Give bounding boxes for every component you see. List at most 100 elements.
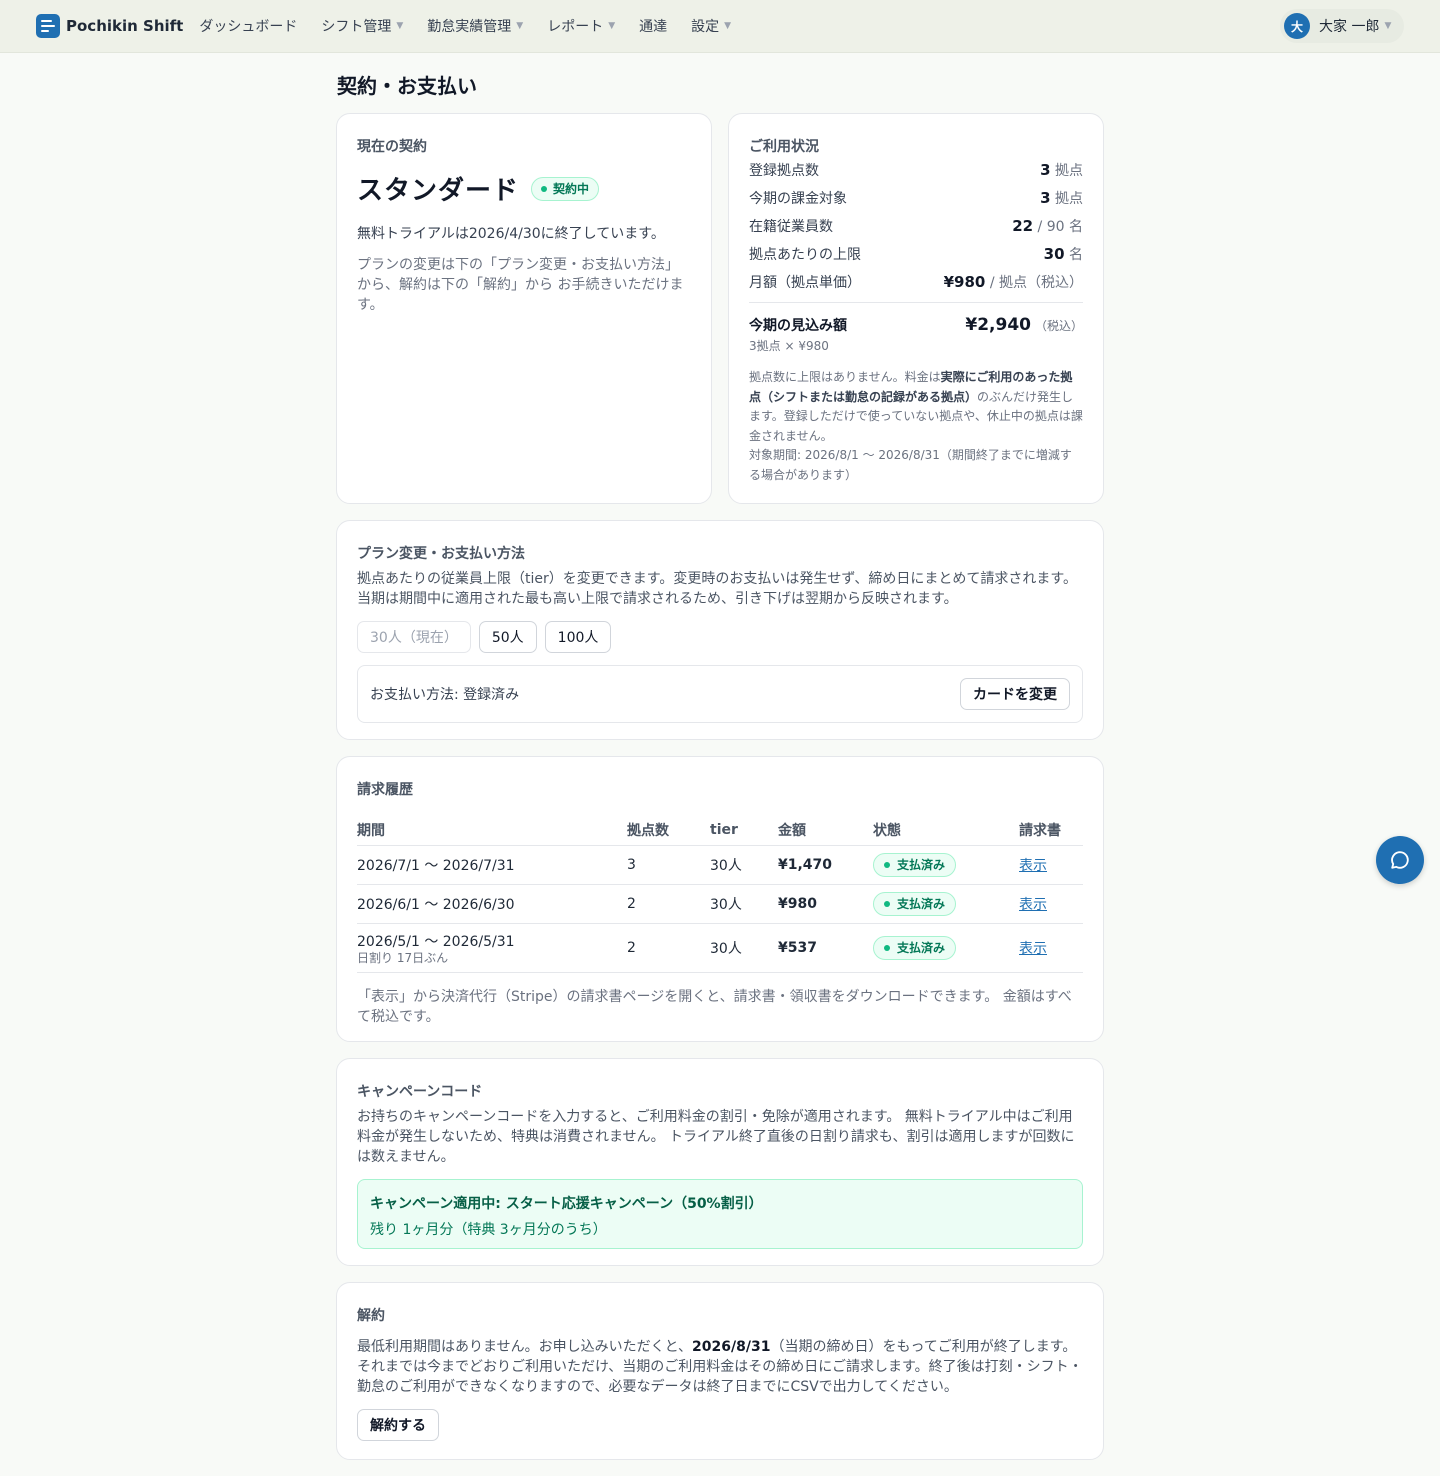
avatar: 大 — [1284, 13, 1310, 39]
stat-label: 拠点あたりの上限 — [749, 247, 861, 263]
status-badge: 支払済み — [873, 852, 957, 877]
billing-history-card: 請求履歴 期間 拠点数 tier 金額 状態 請求書 2026/7/1 〜 20… — [336, 756, 1104, 1042]
bill-tier: 30人 — [710, 884, 778, 924]
campaign-description: お持ちのキャンペーンコードを入力すると、ご利用料金の割引・免除が適用されます。 … — [357, 1109, 1075, 1165]
status-text: 支払済み — [897, 941, 946, 955]
status-text: 契約中 — [553, 182, 590, 196]
cancellation-description: 最低利用期間はありません。お申し込みいただくと、2026/8/31（当期の締め日… — [357, 1337, 1083, 1397]
divider — [749, 302, 1083, 303]
page-title: 契約・お支払い — [337, 74, 477, 98]
stat-unit: 拠点 — [1050, 191, 1083, 207]
usage-note-period: 対象期間: 2026/8/1 〜 2026/8/31（期間終了までに増減する場合… — [749, 448, 1072, 482]
bill-amount: ¥980 — [778, 884, 873, 924]
pochikin-logo-icon — [36, 14, 60, 38]
nav-reports[interactable]: レポート ▼ — [547, 16, 615, 36]
chevron-down-icon: ▼ — [1384, 21, 1392, 31]
card-label: 解約 — [357, 1308, 385, 1324]
column-header: 金額 — [778, 815, 873, 846]
user-menu[interactable]: 大 大家 一郎 ▼ — [1280, 9, 1404, 43]
usage-card: ご利用状況 登録拠点数 3 拠点 今期の課金対象 3 拠点 在籍従業員数 22 … — [728, 113, 1104, 504]
column-header: 状態 — [873, 815, 1019, 846]
view-invoice-link[interactable]: 表示 — [1019, 897, 1047, 913]
bill-invoice-cell: 表示 — [1019, 884, 1083, 924]
tier-50-button[interactable]: 50人 — [478, 621, 537, 653]
bill-invoice-cell: 表示 — [1019, 923, 1083, 973]
nav-attendance[interactable]: 勤怠実績管理 ▼ — [427, 16, 523, 36]
stat-row: 在籍従業員数 22 / 90 名 — [749, 212, 1083, 240]
column-header: 請求書 — [1019, 815, 1083, 846]
chat-button[interactable] — [1376, 836, 1424, 884]
stat-value: 3 — [1040, 161, 1051, 179]
column-header: 期間 — [357, 815, 627, 846]
table-row: 2026/7/1 〜 2026/7/31 3 30人 ¥1,470 支払済み 表… — [357, 845, 1083, 885]
bill-period: 2026/5/1 〜 2026/5/31 — [357, 933, 515, 950]
campaign-code-card: キャンペーンコード お持ちのキャンペーンコードを入力すると、ご利用料金の割引・免… — [336, 1058, 1104, 1266]
stat-row: 登録拠点数 3 拠点 — [749, 156, 1083, 184]
status-badge: 支払済み — [873, 935, 957, 960]
status-text: 支払済み — [897, 858, 946, 872]
view-invoice-link[interactable]: 表示 — [1019, 941, 1047, 957]
payment-method-box: お支払い方法: 登録済み カードを変更 — [357, 665, 1083, 723]
tier-30-button[interactable]: 30人（現在） — [357, 621, 471, 653]
brand[interactable]: Pochikin Shift — [36, 14, 183, 38]
stat-unit: / 90 名 — [1033, 219, 1083, 235]
trial-status: 無料トライアルは2026/4/30に終了しています。 — [357, 226, 665, 242]
bill-tier: 30人 — [710, 845, 778, 885]
chevron-down-icon: ▼ — [724, 21, 732, 31]
stat-unit: / 拠点（税込） — [985, 275, 1083, 291]
nav-label: シフト管理 — [321, 19, 392, 35]
status-dot-icon — [541, 185, 548, 192]
table-row: 2026/6/1 〜 2026/6/30 2 30人 ¥980 支払済み 表示 — [357, 884, 1083, 924]
status-dot-icon — [884, 900, 890, 907]
estimate-label: 今期の見込み額 — [749, 318, 847, 334]
card-label: キャンペーンコード — [357, 1084, 483, 1100]
current-contract-card: 現在の契約 スタンダード 契約中 無料トライアルは2026/4/30に終了してい… — [336, 113, 712, 504]
bill-period: 2026/7/1 〜 2026/7/31 — [357, 845, 627, 885]
nav-label: ダッシュボード — [199, 19, 298, 35]
chat-bubble-icon — [1391, 851, 1409, 869]
status-text: 支払済み — [897, 897, 946, 911]
nav-shift[interactable]: シフト管理 ▼ — [321, 16, 403, 36]
change-card-button[interactable]: カードを変更 — [960, 678, 1070, 710]
table-header-row: 期間 拠点数 tier 金額 状態 請求書 — [357, 815, 1083, 846]
user-name: 大家 一郎 — [1319, 19, 1380, 35]
cancel-text: 最低利用期間はありません。お申し込みいただくと、 — [357, 1339, 693, 1355]
stat-unit: 拠点 — [1050, 163, 1083, 179]
estimate-unit: （税込） — [1034, 319, 1083, 333]
stat-label: 在籍従業員数 — [749, 219, 833, 235]
bill-sites: 3 — [627, 845, 710, 885]
estimate-breakdown: 3拠点 × ¥980 — [749, 339, 829, 353]
cancel-subscription-button[interactable]: 解約する — [357, 1409, 439, 1441]
nav-label: レポート — [547, 19, 604, 35]
status-badge: 支払済み — [873, 891, 957, 916]
plan-note: プランの変更は下の「プラン変更・お支払い方法」から、解約は下の「解約」から お手… — [357, 257, 684, 313]
bill-note: 日割り 17日ぶん — [357, 950, 449, 965]
stat-label: 今期の課金対象 — [749, 191, 847, 207]
chevron-down-icon: ▼ — [396, 21, 404, 31]
bill-tier: 30人 — [710, 923, 778, 973]
active-campaign-remaining: 残り 1ヶ月分（特典 3ヶ月分のうち） — [370, 1222, 607, 1238]
bill-status-cell: 支払済み — [873, 884, 1019, 924]
bill-invoice-cell: 表示 — [1019, 845, 1083, 885]
chevron-down-icon: ▼ — [516, 21, 524, 31]
tier-selector: 30人（現在） 50人 100人 — [357, 621, 1083, 653]
bill-sites: 2 — [627, 884, 710, 924]
chevron-down-icon: ▼ — [608, 21, 616, 31]
billing-table: 期間 拠点数 tier 金額 状態 請求書 2026/7/1 〜 2026/7/… — [357, 815, 1083, 973]
nav-notices[interactable]: 通達 — [639, 16, 667, 36]
stat-label: 登録拠点数 — [749, 163, 819, 179]
top-nav-bar: Pochikin Shift ダッシュボード シフト管理 ▼ 勤怠実績管理 ▼ レポ… — [0, 0, 1440, 53]
status-dot-icon — [884, 861, 890, 868]
payment-method-status: お支払い方法: 登録済み — [370, 687, 520, 703]
tier-100-button[interactable]: 100人 — [544, 621, 612, 653]
nav-dashboard[interactable]: ダッシュボード — [199, 16, 297, 36]
view-invoice-link[interactable]: 表示 — [1019, 858, 1047, 874]
status-dot-icon — [884, 944, 890, 951]
stat-row: 月額（拠点単価） ¥980 / 拠点（税込） — [749, 268, 1083, 296]
card-label: プラン変更・お支払い方法 — [357, 546, 525, 562]
nav-settings[interactable]: 設定 ▼ — [691, 16, 731, 36]
brand-name: Pochikin Shift — [66, 17, 184, 35]
bill-period-cell: 2026/5/1 〜 2026/5/31 日割り 17日ぶん — [357, 923, 627, 973]
card-label: 請求履歴 — [357, 782, 413, 798]
nav-label: 通達 — [639, 19, 668, 35]
